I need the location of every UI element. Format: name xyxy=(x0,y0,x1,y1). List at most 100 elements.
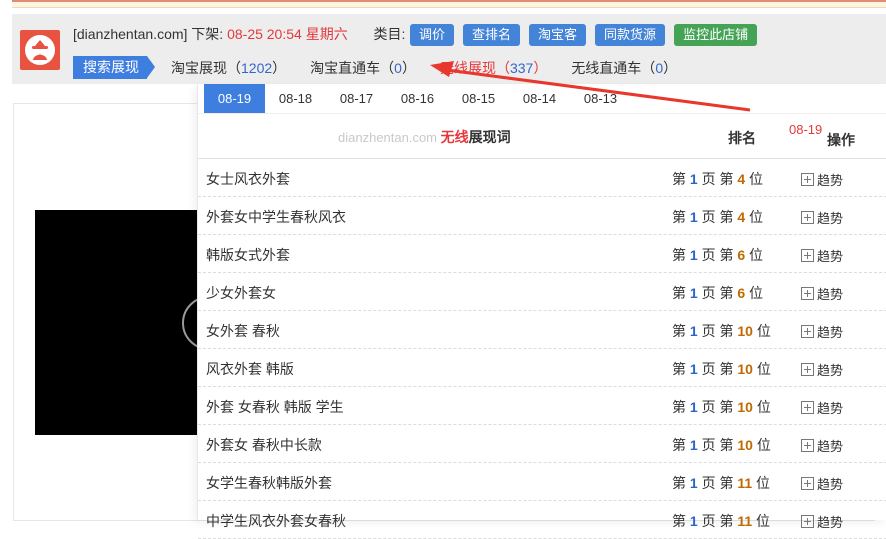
rank-position-number: 11 xyxy=(737,475,753,491)
table-row: 韩版女式外套 第 1 页 第 6 位 趋势 xyxy=(198,235,886,273)
keyword-text: 外套 女春秋 韩版 学生 xyxy=(206,399,344,415)
shop-info-line: [dianzhentan.com] 下架: 08-25 20:54 星期六 类目… xyxy=(73,24,437,44)
trend-button[interactable]: 趋势 xyxy=(801,322,843,341)
keyword-text: 风衣外套 韩版 xyxy=(206,361,294,377)
date-tab[interactable]: 08-13 xyxy=(570,84,631,113)
rank-page-number: 1 xyxy=(689,171,698,187)
nav-tabs: 搜索展现 淘宝展现（1202） 淘宝直通车（0） 无线展现（337） 无线直通车（0） xyxy=(73,56,677,79)
offshelf-label: 下架: xyxy=(191,26,224,42)
date-tabs: 08-19 08-18 08-17 08-16 08-15 08-14 08-13 xyxy=(198,84,886,114)
table-row: 女学生春秋韩版外套 第 1 页 第 11 位 趋势 xyxy=(198,463,886,501)
rank-text: 第 1 页 第 4 位 xyxy=(672,171,764,187)
rank-text: 第 1 页 第 11 位 xyxy=(672,513,771,529)
rank-position-number: 10 xyxy=(737,399,753,415)
nav-tab[interactable]: 淘宝直通车（0） xyxy=(310,58,416,78)
date-tab[interactable]: 08-15 xyxy=(448,84,509,113)
shop-header: [dianzhentan.com] 下架: 08-25 20:54 星期六 类目… xyxy=(12,14,886,84)
nav-tab[interactable]: 搜索展现 xyxy=(73,56,155,79)
expand-plus-icon xyxy=(801,515,814,528)
expand-plus-icon xyxy=(801,287,814,300)
column-header-date: 08-19 xyxy=(789,122,823,137)
action-button[interactable]: 同款货源 xyxy=(595,24,666,46)
trend-button[interactable]: 趋势 xyxy=(801,360,843,379)
table-row: 外套女 春秋中长款 第 1 页 第 10 位 趋势 xyxy=(198,425,886,463)
rank-text: 第 1 页 第 10 位 xyxy=(672,437,771,453)
trend-label: 趋势 xyxy=(817,173,844,188)
trend-label: 趋势 xyxy=(817,401,844,416)
expand-plus-icon xyxy=(801,401,814,414)
keyword-text: 韩版女式外套 xyxy=(206,247,290,263)
rank-page-number: 1 xyxy=(689,209,698,225)
rank-page-number: 1 xyxy=(689,247,698,263)
top-notice-strip xyxy=(12,0,886,8)
table-row: 女外套 春秋 第 1 页 第 10 位 趋势 xyxy=(198,311,886,349)
nav-tab[interactable]: 淘宝展现（1202） xyxy=(171,58,286,78)
keyword-text: 女士风衣外套 xyxy=(206,171,290,187)
date-tab[interactable]: 08-18 xyxy=(265,84,326,113)
action-button[interactable]: 查排名 xyxy=(463,24,521,46)
expand-plus-icon xyxy=(801,325,814,338)
table-row: 少女外套女 第 1 页 第 6 位 趋势 xyxy=(198,273,886,311)
trend-label: 趋势 xyxy=(817,515,844,530)
rank-text: 第 1 页 第 10 位 xyxy=(672,399,771,415)
rank-position-number: 11 xyxy=(737,513,753,529)
table-row: 女士风衣外套 第 1 页 第 4 位 趋势 xyxy=(198,159,886,197)
date-tab[interactable]: 08-16 xyxy=(387,84,448,113)
rank-page-number: 1 xyxy=(689,361,698,377)
expand-plus-icon xyxy=(801,439,814,452)
keyword-text: 少女外套女 xyxy=(206,285,276,301)
keyword-text: 女学生春秋韩版外套 xyxy=(206,475,332,491)
rank-position-number: 10 xyxy=(737,361,753,377)
offshelf-time: 08-25 20:54 星期六 xyxy=(227,26,348,42)
trend-button[interactable]: 趋势 xyxy=(801,208,843,227)
rank-page-number: 1 xyxy=(689,437,698,453)
trend-label: 趋势 xyxy=(817,325,844,340)
keyword-text: 外套女中学生春秋风衣 xyxy=(206,209,346,225)
rank-position-number: 6 xyxy=(737,285,746,301)
column-header-rank: 排名 xyxy=(728,130,756,146)
expand-plus-icon xyxy=(801,249,814,262)
rank-position-number: 4 xyxy=(737,209,746,225)
watermark-text: dianzhentan.com xyxy=(338,130,438,145)
rank-position-number: 4 xyxy=(737,171,746,187)
date-tab[interactable]: 08-17 xyxy=(326,84,387,113)
rank-page-number: 1 xyxy=(689,323,698,339)
expand-plus-icon xyxy=(801,363,814,376)
expand-plus-icon xyxy=(801,477,814,490)
action-button[interactable]: 淘宝客 xyxy=(529,24,587,46)
category-label: 类目: xyxy=(373,26,406,42)
action-button[interactable]: 监控此店铺 xyxy=(674,24,758,46)
date-tab[interactable]: 08-14 xyxy=(509,84,570,113)
date-tab[interactable]: 08-19 xyxy=(204,84,265,113)
trend-button[interactable]: 趋势 xyxy=(801,436,843,455)
keyword-text: 女外套 春秋 xyxy=(206,323,280,339)
trend-button[interactable]: 趋势 xyxy=(801,474,843,493)
rank-position-number: 10 xyxy=(737,323,753,339)
trend-button[interactable]: 趋势 xyxy=(801,284,843,303)
expand-plus-icon xyxy=(801,211,814,224)
table-row: 中学生风衣外套女春秋 第 1 页 第 11 位 趋势 xyxy=(198,501,886,539)
rank-page-number: 1 xyxy=(689,285,698,301)
table-row: 风衣外套 韩版 第 1 页 第 10 位 趋势 xyxy=(198,349,886,387)
nav-tab[interactable]: 无线直通车（0） xyxy=(571,58,677,78)
action-buttons: 调价 查排名 淘宝客 同款货源 监控此店铺 xyxy=(410,24,758,46)
nav-tab[interactable]: 无线展现（337） xyxy=(440,58,547,78)
detective-logo-icon xyxy=(25,35,55,65)
trend-button[interactable]: 趋势 xyxy=(801,398,843,417)
trend-button[interactable]: 趋势 xyxy=(801,246,843,265)
expand-plus-icon xyxy=(801,173,814,186)
trend-button[interactable]: 趋势 xyxy=(801,512,843,531)
trend-label: 趋势 xyxy=(817,439,844,454)
rank-text: 第 1 页 第 6 位 xyxy=(672,285,764,301)
title-red: 无线 xyxy=(440,129,469,145)
rank-position-number: 10 xyxy=(737,437,753,453)
rank-text: 第 1 页 第 11 位 xyxy=(672,475,771,491)
table-header: dianzhentan.com 无线展现词 排名 08-19 操作 xyxy=(198,114,886,159)
trend-label: 趋势 xyxy=(817,287,844,302)
keyword-table: 女士风衣外套 第 1 页 第 4 位 趋势 外套女中学生春秋风衣 第 1 页 第… xyxy=(198,159,886,539)
action-button[interactable]: 调价 xyxy=(410,24,455,46)
rank-text: 第 1 页 第 10 位 xyxy=(672,323,771,339)
trend-label: 趋势 xyxy=(817,211,844,226)
trend-button[interactable]: 趋势 xyxy=(801,170,843,189)
rank-page-number: 1 xyxy=(689,513,698,529)
